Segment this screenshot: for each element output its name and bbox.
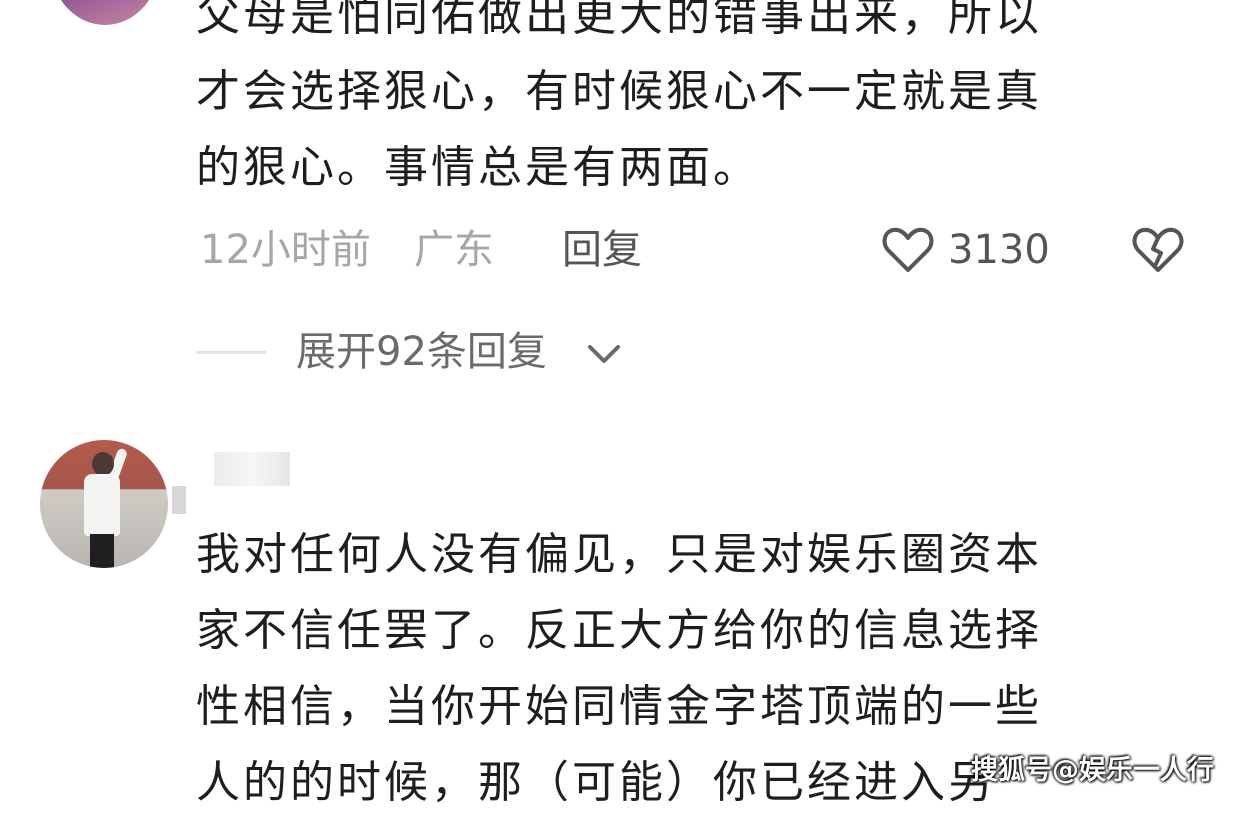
blurred-username[interactable] (214, 452, 290, 486)
comment-line: 的狠心。事情总是有两面。 (196, 142, 760, 193)
reply-button[interactable]: 回复 (562, 222, 642, 278)
comment-line: 父母是怕同佑做出更大的错事出来，所以 (196, 0, 1042, 41)
blurred-badge (172, 486, 186, 514)
comment-location: 广东 (414, 227, 494, 273)
comment-time: 12小时前 (200, 227, 371, 273)
watermark: 搜狐号@娱乐一人行 (971, 755, 1214, 786)
expand-replies-label[interactable]: 展开92条回复 (296, 324, 547, 380)
comment-line: 人的的时候，那（可能）你已经进入另 (196, 757, 995, 808)
broken-heart-icon[interactable] (1130, 222, 1186, 278)
comment-line: 家不信任罢了。反正大方给你的信息选择 (196, 605, 1042, 656)
commenter-avatar[interactable] (50, 0, 160, 25)
like-count: 3130 (948, 227, 1050, 273)
comment-line: 我对任何人没有偏见，只是对娱乐圈资本 (196, 529, 1042, 580)
commenter-avatar[interactable] (40, 440, 168, 568)
divider-line (196, 351, 266, 354)
chevron-down-icon[interactable] (584, 338, 624, 368)
heart-outline-icon[interactable] (880, 222, 936, 278)
comment-line: 性相信，当你开始同情金字塔顶端的一些 (196, 681, 1042, 732)
comment-line: 才会选择狠心，有时候狠心不一定就是真 (196, 66, 1042, 117)
comment-body: 父母是怕同佑做出更大的错事出来，所以 才会选择狠心，有时候狠心不一定就是真 的狠… (196, 0, 1176, 206)
